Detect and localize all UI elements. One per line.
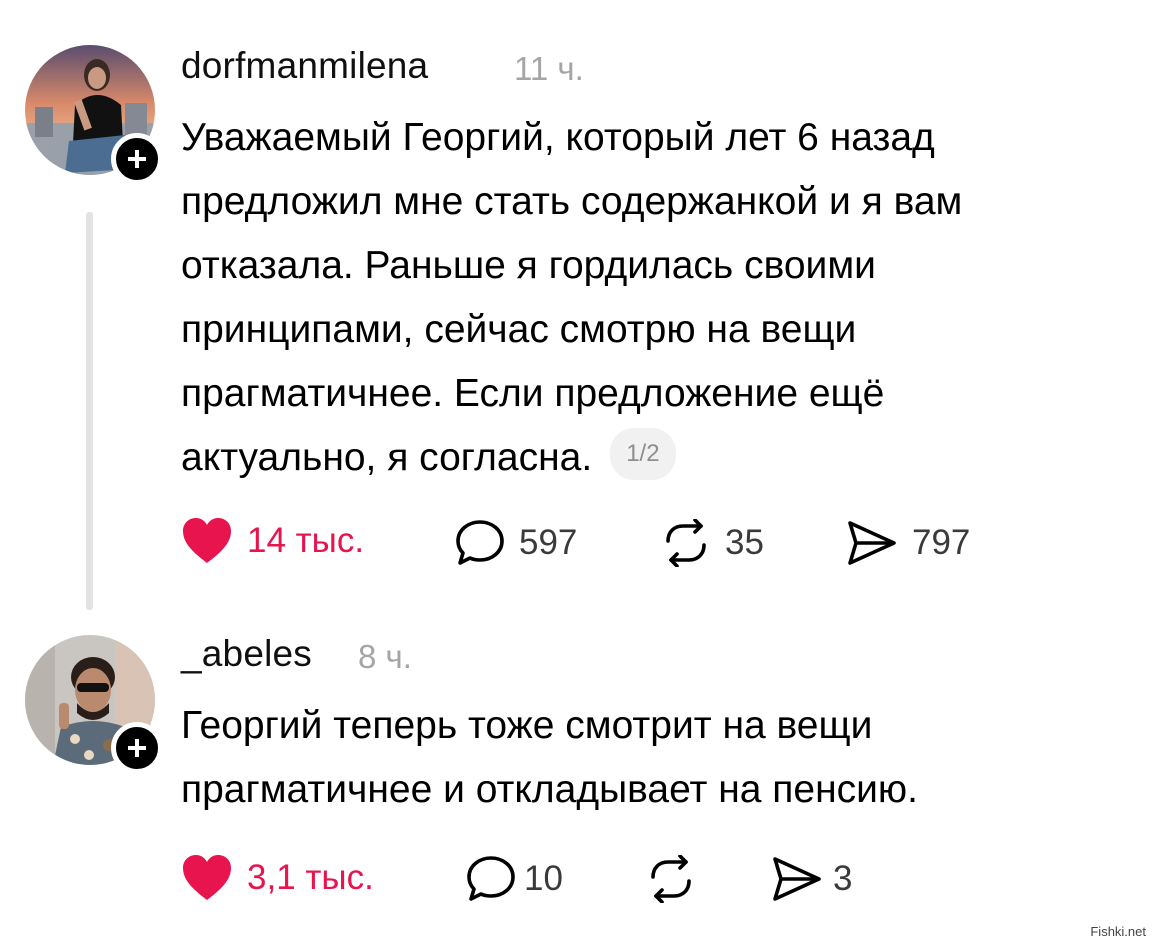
post-text-line: Уважаемый Георгий, который лет 6 назад: [181, 116, 935, 159]
comment-button[interactable]: 10: [466, 855, 563, 903]
send-paper-plane-icon: [848, 521, 896, 565]
post-text-line: отказала. Раньше я гордилась своими: [181, 244, 876, 287]
thread-connector-line: [86, 212, 93, 610]
post-time: 8 ч.: [358, 638, 412, 675]
send-paper-plane-icon: [773, 857, 821, 901]
speech-bubble-icon: [456, 520, 504, 565]
repost-button[interactable]: 35: [661, 519, 764, 567]
post-text-line: принципами, сейчас смотрю на вещи: [181, 308, 857, 351]
plus-icon: [128, 739, 146, 757]
post-time: 11 ч.: [514, 50, 584, 87]
post-text-line: актуально, я согласна.: [181, 436, 593, 479]
repost-button[interactable]: [646, 855, 710, 903]
plus-icon: [128, 150, 146, 168]
follow-button[interactable]: [111, 133, 163, 185]
share-button[interactable]: 797: [846, 519, 970, 567]
comment-count: 10: [524, 859, 563, 898]
post-text-line: прагматичнее и откладывает на пенсию.: [181, 768, 918, 811]
comment-button[interactable]: 597: [455, 519, 577, 567]
share-count: 3: [833, 859, 853, 898]
heart-icon: [183, 855, 231, 900]
speech-bubble-icon: [467, 856, 515, 901]
post-text-last-line: актуально, я согласна. 1/2: [181, 426, 1141, 490]
share-button[interactable]: 3: [771, 855, 852, 903]
repost-count: 35: [725, 523, 764, 562]
username[interactable]: dorfmanmilena: [181, 45, 428, 87]
share-count: 797: [912, 523, 971, 562]
comment-count: 597: [519, 523, 578, 562]
repost-arrows-icon: [666, 519, 706, 567]
post-text-line: прагматичнее. Если предложение ещё: [181, 372, 885, 415]
post-text: Уважаемый Георгий, который лет 6 назад п…: [181, 106, 1141, 490]
like-count: 3,1 тыс.: [247, 858, 374, 897]
heart-icon: [183, 518, 231, 563]
post-text-line: Георгий теперь тоже смотрит на вещи: [181, 704, 873, 747]
repost-arrows-icon: [651, 855, 691, 903]
like-count: 14 тыс.: [247, 521, 365, 560]
follow-button[interactable]: [111, 722, 163, 774]
username[interactable]: _abeles: [181, 633, 312, 675]
watermark: Fishki.net: [1090, 924, 1146, 939]
page-indicator[interactable]: 1/2: [610, 427, 676, 480]
like-button[interactable]: 14 тыс.: [181, 517, 364, 565]
like-button[interactable]: 3,1 тыс.: [181, 854, 374, 902]
post-text: Георгий теперь тоже смотрит на вещи праг…: [181, 694, 1141, 822]
post-text-line: предложил мне стать содержанкой и я вам: [181, 180, 963, 223]
